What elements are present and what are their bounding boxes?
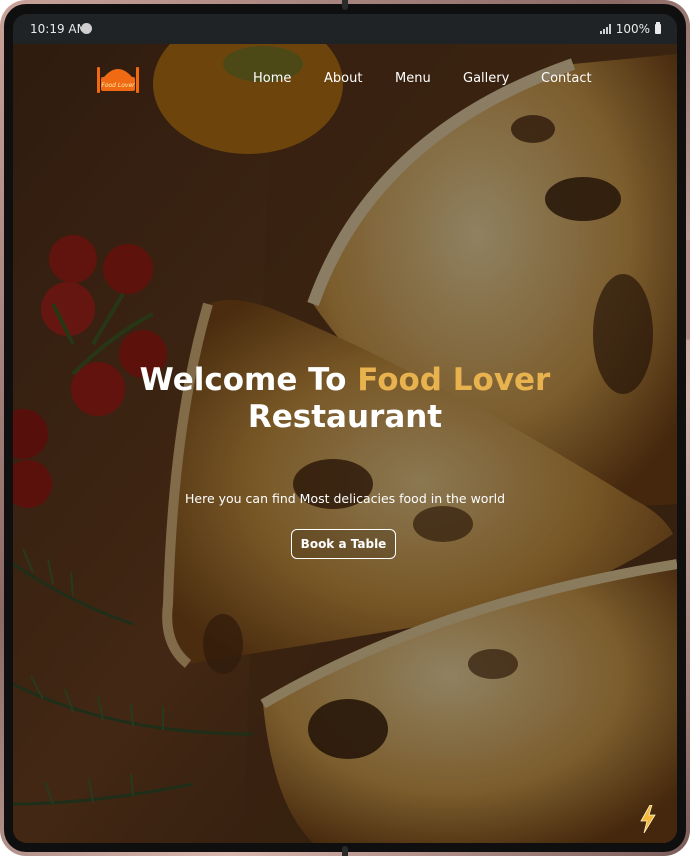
hinge-top	[342, 0, 348, 10]
nav-home[interactable]: Home	[253, 71, 291, 86]
dark-overlay	[13, 44, 677, 843]
signal-icon	[599, 24, 611, 34]
battery-text: 100%	[615, 22, 650, 36]
battery-icon	[655, 22, 661, 34]
status-right: 100%	[599, 22, 661, 36]
nav-menu[interactable]: Menu	[395, 71, 431, 86]
status-time: 10:19 AM	[30, 22, 87, 36]
lightning-icon[interactable]	[639, 805, 657, 833]
headline-part2: Restaurant	[247, 399, 443, 435]
hero-headline: Welcome To Food Lover Restaurant	[13, 362, 677, 436]
main-nav: Home About Menu Gallery Contact	[13, 71, 677, 91]
side-button	[686, 240, 690, 340]
spotify-icon	[81, 23, 92, 34]
nav-contact[interactable]: Contact	[541, 71, 592, 86]
headline-accent: Food Lover	[357, 362, 551, 398]
hero-subtitle: Here you can find Most delicacies food i…	[184, 491, 505, 506]
nav-gallery[interactable]: Gallery	[463, 71, 509, 86]
screen: 10:19 AM 100% Food Lover Home About Menu…	[13, 14, 677, 843]
hero-section: Food Lover Home About Menu Gallery Conta…	[13, 44, 677, 843]
hinge-bottom	[342, 846, 348, 856]
book-table-button[interactable]: Book a Table	[291, 529, 396, 559]
nav-about[interactable]: About	[324, 71, 362, 86]
device-frame: 10:19 AM 100% Food Lover Home About Menu…	[0, 0, 690, 856]
status-bar: 10:19 AM 100%	[13, 14, 677, 44]
headline-part1: Welcome To	[139, 362, 358, 398]
